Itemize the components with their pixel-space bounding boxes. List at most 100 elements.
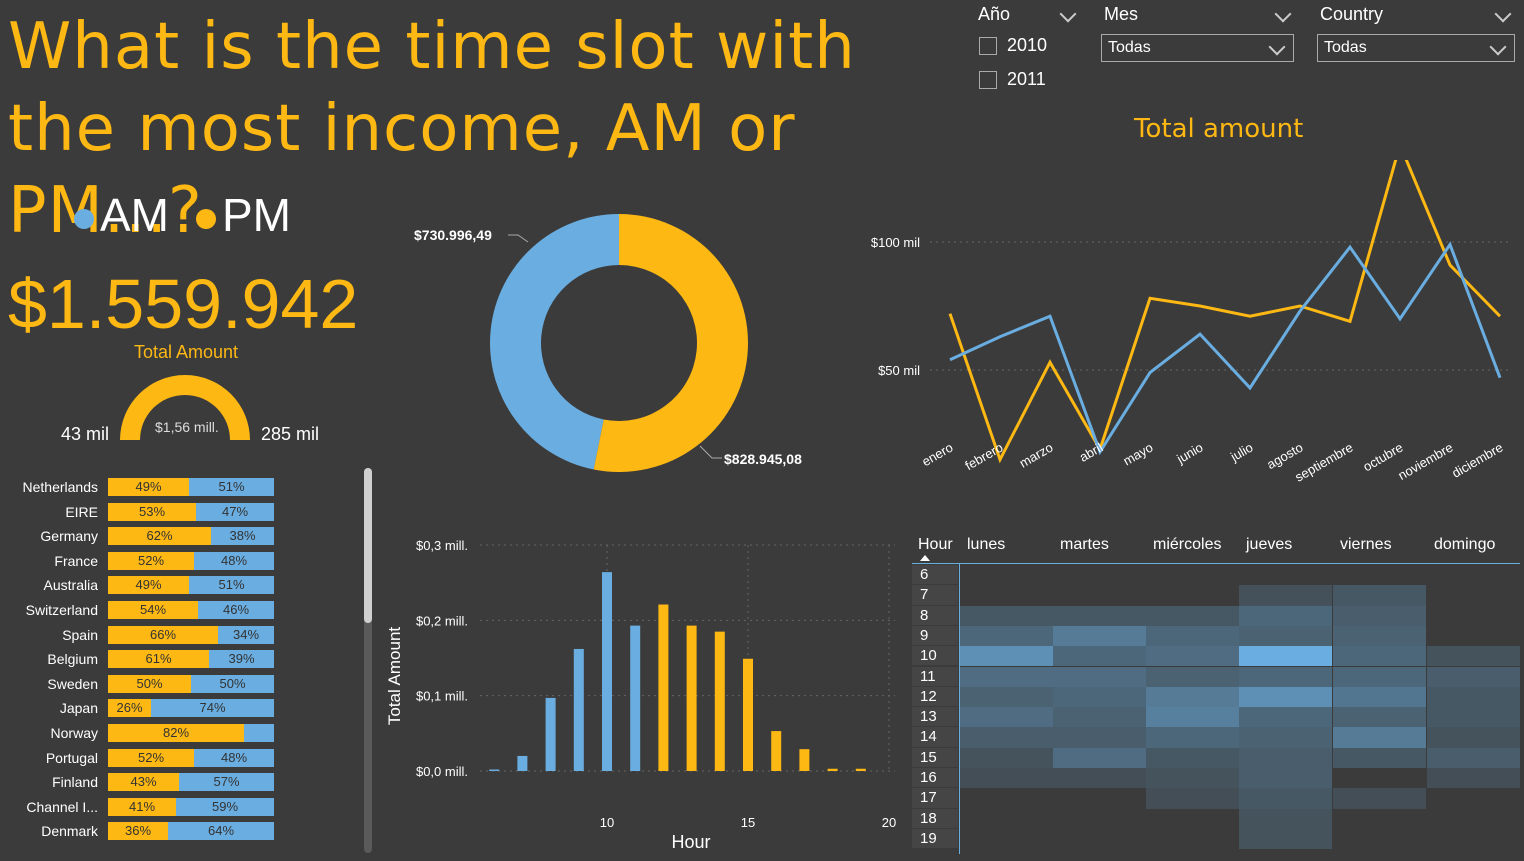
heatmap-cell[interactable] [1427,747,1520,768]
country-slicer[interactable]: Country Todas [1317,4,1515,64]
country-bar[interactable]: 26% 74% [108,699,274,718]
am-segment[interactable]: 52% [108,551,194,570]
heatmap-cell[interactable] [1427,727,1520,748]
heatmap-cell[interactable] [960,707,1053,728]
pm-segment[interactable]: 38% [211,527,274,546]
chevron-down-icon[interactable] [1494,5,1512,23]
heatmap-cell[interactable] [1239,808,1332,829]
country-bar[interactable]: 54% 46% [108,601,274,619]
year-2010-label[interactable]: 2010 [1007,35,1047,56]
heatmap-cell[interactable] [1053,605,1146,626]
country-dropdown[interactable]: Todas [1317,34,1515,62]
heatmap-cell[interactable] [1239,585,1332,606]
heatmap-cell[interactable] [1333,666,1426,687]
am-segment[interactable]: 41% [108,797,176,816]
heatmap-cell[interactable] [960,686,1053,708]
heatmap-cell[interactable] [1146,605,1239,626]
heatmap-cell[interactable] [1053,646,1146,667]
heatmap-cell[interactable] [960,605,1053,626]
country-bar[interactable]: 52% 48% [108,748,274,767]
heatmap-cell[interactable] [1239,625,1332,647]
country-bar[interactable]: 43% 57% [108,773,274,792]
pm-segment[interactable]: 51% [189,576,274,595]
heatmap-cell[interactable] [1053,625,1146,647]
heatmap-cell[interactable] [1146,747,1239,768]
country-bar[interactable]: 49% 51% [108,478,274,496]
chevron-down-icon[interactable] [1059,5,1077,23]
country-bar[interactable]: 53% 47% [108,502,274,521]
pm-segment[interactable]: 57% [179,773,274,792]
am-segment[interactable]: 61% [108,650,209,669]
country-row[interactable]: Channel I... 41% 59% [0,797,380,817]
heatmap-cell[interactable] [1427,666,1520,687]
heatmap-cell[interactable] [1146,686,1239,708]
heatmap-cell[interactable] [1146,646,1239,667]
country-bar[interactable]: 36% 64% [108,822,274,841]
am-segment[interactable]: 66% [108,625,218,644]
heatmap-cell[interactable] [1333,625,1426,647]
heatmap-cell[interactable] [1146,666,1239,687]
heatmap-cell[interactable] [1239,666,1332,687]
heatmap-cell[interactable] [1053,747,1146,768]
heatmap-cell[interactable] [960,747,1053,768]
heatmap-cell[interactable] [1427,646,1520,667]
pm-segment[interactable] [244,724,274,742]
heatmap-cell[interactable] [1333,585,1426,606]
country-row[interactable]: Germany 62% 38% [0,526,380,546]
heatmap-cell[interactable] [1053,727,1146,748]
pm-segment[interactable]: 47% [196,502,274,521]
heatmap-cell[interactable] [1239,747,1332,768]
am-segment[interactable]: 50% [108,674,191,693]
heatmap-cell[interactable] [1427,686,1520,708]
year-slicer[interactable]: Año 2010 2011 [978,4,1078,94]
heatmap-cell[interactable] [1146,727,1239,748]
pm-segment[interactable]: 50% [191,674,274,693]
country-row[interactable]: Australia 49% 51% [0,575,380,595]
am-segment[interactable]: 54% [108,601,198,619]
heatmap-cell[interactable] [1333,646,1426,667]
heatmap-cell[interactable] [1239,686,1332,708]
heatmap-cell[interactable] [1427,768,1520,789]
am-segment[interactable]: 62% [108,527,211,546]
am-segment[interactable]: 26% [108,699,151,718]
am-segment[interactable]: 52% [108,748,194,767]
country-row[interactable]: EIRE 53% 47% [0,502,380,522]
heatmap-cell[interactable] [1333,605,1426,626]
heatmap-cell[interactable] [1146,768,1239,789]
am-segment[interactable]: 36% [108,822,168,841]
heatmap-cell[interactable] [1239,788,1332,809]
heatmap-cell[interactable] [1053,666,1146,687]
country-bar[interactable]: 52% 48% [108,551,274,570]
pm-segment[interactable]: 64% [168,822,274,841]
heatmap-cell[interactable] [1239,646,1332,667]
heatmap-cell[interactable] [960,727,1053,748]
am-segment[interactable]: 53% [108,502,196,521]
country-row[interactable]: Finland 43% 57% [0,772,380,792]
pm-segment[interactable]: 46% [198,601,274,619]
country-bar[interactable]: 49% 51% [108,576,274,595]
pm-segment[interactable]: 48% [194,551,274,570]
country-row[interactable]: Japan 26% 74% [0,698,380,718]
country-row[interactable]: Sweden 50% 50% [0,674,380,694]
country-row[interactable]: Netherlands 49% 51% [0,477,380,497]
year-2010-checkbox[interactable] [979,37,997,55]
country-bar[interactable]: 66% 34% [108,625,274,644]
pm-segment[interactable]: 59% [176,797,274,816]
heatmap-cell[interactable] [960,768,1053,789]
chevron-down-icon[interactable] [1274,5,1292,23]
heatmap-cell[interactable] [1333,727,1426,748]
month-slicer[interactable]: Mes Todas [1101,4,1294,64]
heatmap-cell[interactable] [1053,686,1146,708]
pm-segment[interactable]: 39% [209,650,274,669]
heatmap-cell[interactable] [1239,768,1332,789]
heatmap-cell[interactable] [1427,707,1520,728]
am-segment[interactable]: 82% [108,724,244,742]
pm-segment[interactable]: 34% [218,625,274,644]
heatmap-cell[interactable] [1239,707,1332,728]
country-row[interactable]: Portugal 52% 48% [0,748,380,768]
country-bar[interactable]: 50% 50% [108,674,274,693]
country-row[interactable]: Switzerland 54% 46% [0,600,380,620]
country-row[interactable]: France 52% 48% [0,551,380,571]
heatmap-cell[interactable] [1239,727,1332,748]
country-row[interactable]: Denmark 36% 64% [0,821,380,841]
